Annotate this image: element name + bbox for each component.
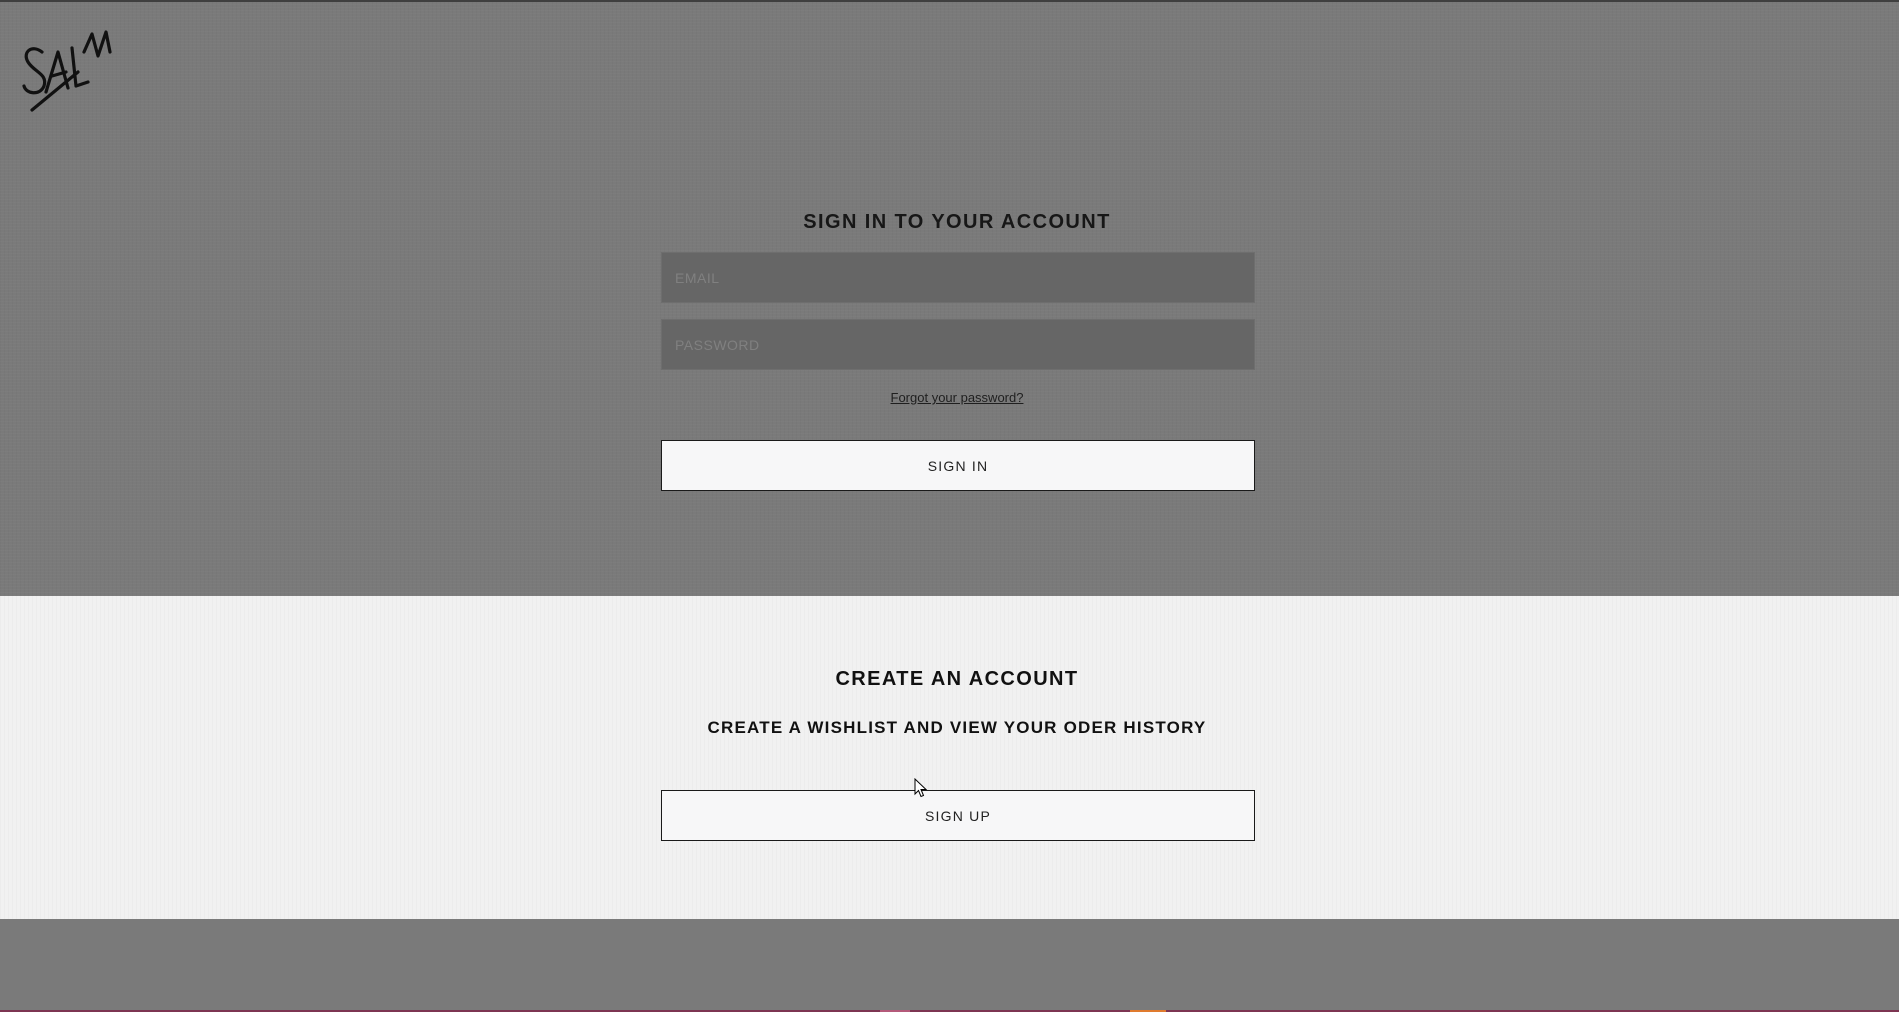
forgot-password-link[interactable]: Forgot your password?: [0, 390, 1899, 405]
mouse-cursor-icon: [914, 778, 928, 798]
create-account-section: [0, 596, 1899, 919]
password-input[interactable]: [661, 319, 1255, 370]
create-account-title: CREATE AN ACCOUNT: [835, 668, 1079, 690]
sign-in-button[interactable]: SIGN IN: [661, 440, 1255, 491]
brand-logo[interactable]: [18, 22, 114, 114]
create-account-subtitle: CREATE A WISHLIST AND VIEW YOUR ODER HIS…: [707, 718, 1207, 737]
sign-up-button[interactable]: SIGN UP: [661, 790, 1255, 841]
footer-band: [0, 919, 1899, 1010]
email-input[interactable]: [661, 252, 1255, 303]
signin-title: SIGN IN TO YOUR ACCOUNT: [803, 211, 1111, 233]
